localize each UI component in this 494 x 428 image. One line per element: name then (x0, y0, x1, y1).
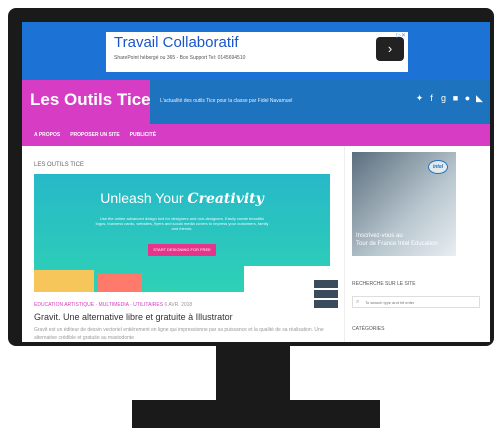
ad-subtitle: SharePoint hébergé ou 365 - Box Support … (114, 55, 246, 61)
search-input[interactable] (365, 298, 477, 307)
site-header: Les Outils Tice L'actualité des outils T… (22, 80, 490, 124)
linkedin-icon[interactable]: ■ (451, 94, 460, 103)
ad-banner[interactable]: Travail Collaboratif SharePoint hébergé … (106, 32, 408, 72)
hero-illustration-card (98, 274, 142, 292)
thumbnail[interactable] (314, 280, 338, 288)
hero-ad-image[interactable]: Unleash Your Creativity Use the online a… (34, 174, 330, 292)
main-nav: A PROPOS PROPOSER UN SITE PUBLICITÉ (22, 124, 490, 146)
post-title[interactable]: Gravit. Une alternative libre et gratuit… (34, 312, 233, 322)
hero-description: Use the online advanced design tool for … (95, 216, 269, 231)
thumbnail[interactable] (314, 290, 338, 298)
nav-item-a-propos[interactable]: A PROPOS (34, 132, 60, 138)
hero-cta-button[interactable]: START DESIGNING FOR FREE (148, 244, 216, 256)
sidebar-promo-image[interactable]: intel Inscrivez-vous au Tour de France I… (352, 152, 456, 256)
breadcrumb: LES OUTILS TICE (34, 162, 84, 168)
related-thumbnails (314, 280, 338, 316)
post-date: 6 AVR. 2018 (164, 302, 193, 308)
google-plus-icon[interactable]: g (439, 94, 448, 103)
nav-item-publicite[interactable]: PUBLICITÉ (130, 132, 156, 138)
monitor-frame: Travail Collaboratif SharePoint hébergé … (8, 8, 494, 346)
chevron-right-icon: › (387, 41, 393, 56)
social-icons: ✦ f g ■ ● ◣ (415, 94, 484, 103)
monitor-neck (216, 346, 290, 402)
facebook-icon[interactable]: f (427, 94, 436, 103)
promo-text: Inscrivez-vous au Tour de France Intel E… (356, 233, 438, 247)
post-meta: EDUCATION ARTISTIQUE · MULTIMEDIA · UTIL… (34, 302, 192, 308)
site-name[interactable]: Les Outils Tice (30, 90, 151, 110)
site-tagline: L'actualité des outils Tice pour la clas… (160, 98, 293, 104)
monitor-base (132, 400, 380, 428)
intel-logo: intel (428, 160, 448, 174)
pinterest-icon[interactable]: ● (463, 94, 472, 103)
search-box[interactable]: ⌕ (352, 296, 480, 308)
site-logo[interactable]: Les Outils Tice (22, 80, 151, 124)
ad-choices-icon[interactable]: ▷✕ (396, 32, 406, 39)
post-excerpt: Gravit est un éditeur de dessin vectorie… (34, 327, 324, 341)
hero-illustration-card (34, 270, 94, 292)
thumbnail[interactable] (314, 300, 338, 308)
ad-open-button[interactable]: › (376, 37, 404, 61)
ad-banner-bar: Travail Collaboratif SharePoint hébergé … (22, 22, 490, 80)
post-categories[interactable]: EDUCATION ARTISTIQUE · MULTIMEDIA · UTIL… (34, 302, 163, 308)
search-icon: ⌕ (356, 299, 360, 305)
twitter-icon[interactable]: ✦ (415, 94, 424, 103)
ad-title[interactable]: Travail Collaboratif (114, 34, 239, 51)
rss-icon[interactable]: ◣ (475, 94, 484, 103)
sidebar-divider (344, 146, 345, 342)
categories-widget-title: CATÉGORIES (352, 326, 385, 332)
search-widget-title: RECHERCHE SUR LE SITE (352, 281, 416, 287)
hero-headline: Unleash Your Creativity (100, 190, 264, 207)
hero-headline-accent: Creativity (187, 191, 264, 207)
nav-item-proposer-un-site[interactable]: PROPOSER UN SITE (70, 132, 119, 138)
browser-screen: Travail Collaboratif SharePoint hébergé … (22, 22, 490, 342)
